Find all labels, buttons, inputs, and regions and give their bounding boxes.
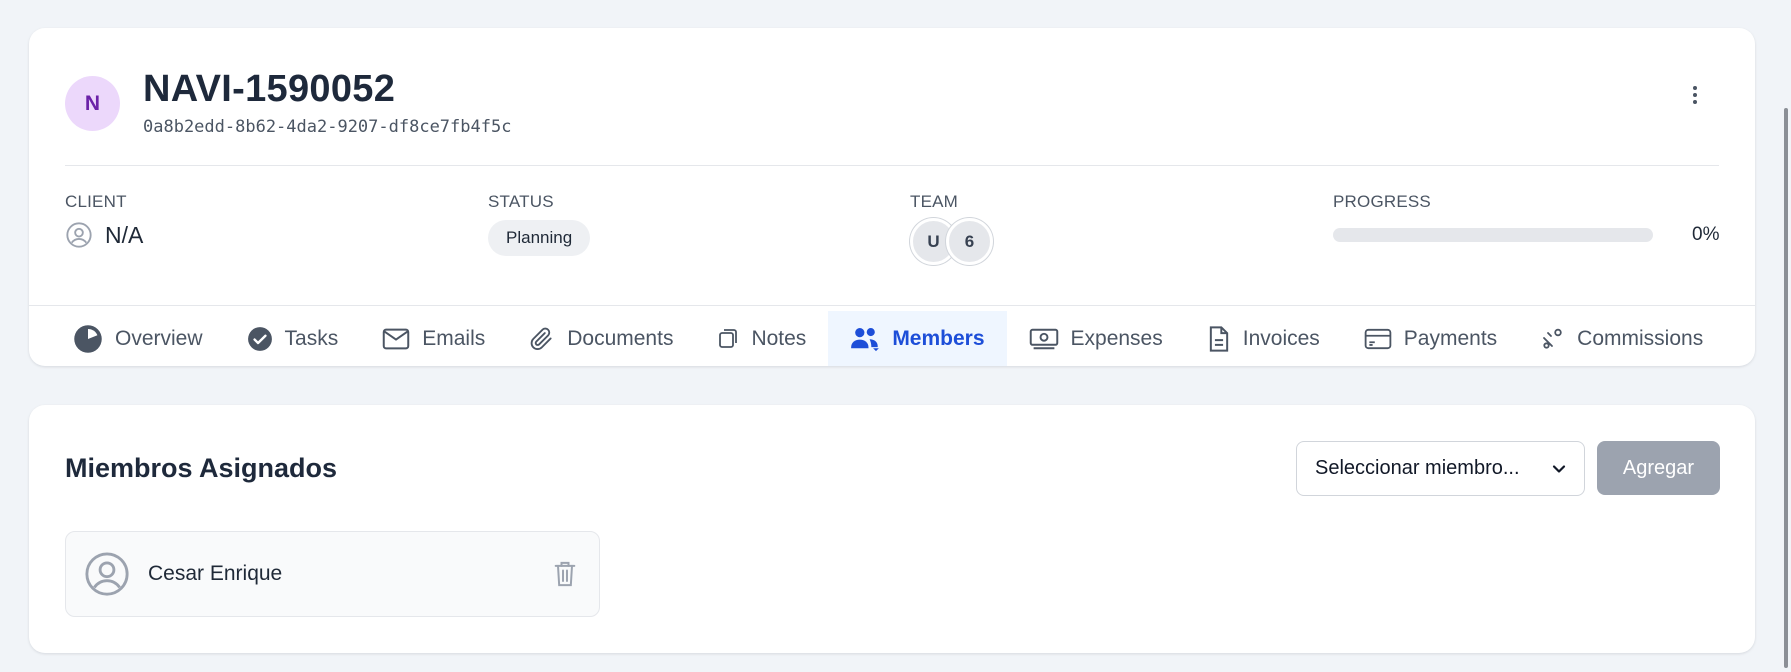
users-icon	[851, 327, 880, 351]
project-avatar: N	[65, 76, 120, 131]
tab-label: Tasks	[284, 326, 339, 350]
client-info: CLIENT N/A	[65, 192, 143, 249]
progress-bar	[1333, 228, 1653, 242]
paperclip-icon	[530, 327, 552, 350]
tab-expenses[interactable]: Expenses	[1007, 311, 1185, 366]
tabs-divider	[29, 305, 1755, 306]
status-label: STATUS	[488, 192, 554, 211]
client-label: CLIENT	[65, 192, 127, 211]
chevron-down-icon	[1552, 464, 1566, 473]
envelope-icon	[382, 328, 410, 349]
tab-label: Commissions	[1577, 326, 1704, 350]
scrollbar-thumb[interactable]	[1784, 108, 1788, 668]
progress-info: PROGRESS 0%	[1333, 192, 1719, 246]
member-select-value: Seleccionar miembro...	[1315, 457, 1520, 479]
notes-icon	[719, 328, 738, 348]
member-list-item: Cesar Enrique	[65, 531, 600, 617]
team-label: TEAM	[910, 192, 959, 211]
tab-label: Expenses	[1070, 326, 1163, 350]
add-member-button[interactable]: Agregar	[1597, 441, 1720, 495]
project-title: NAVI-1590052	[143, 68, 396, 110]
scrollbar-track[interactable]	[1777, 0, 1791, 672]
document-icon	[1209, 325, 1228, 352]
percent-icon	[1543, 328, 1562, 349]
members-section-title: Miembros Asignados	[65, 453, 338, 483]
status-badge: Planning	[488, 220, 591, 256]
credit-card-icon	[1364, 328, 1392, 349]
client-value: N/A	[105, 221, 144, 248]
tab-label: Notes	[751, 326, 807, 350]
tab-payments[interactable]: Payments	[1342, 311, 1519, 366]
tab-bar: Overview Tasks Emails Documents Notes Me…	[51, 311, 1725, 366]
tab-invoices[interactable]: Invoices	[1185, 311, 1342, 366]
tab-overview[interactable]: Overview	[51, 311, 225, 366]
tab-label: Emails	[422, 326, 486, 350]
progress-percentage: 0%	[1692, 224, 1720, 245]
tab-label: Documents	[567, 326, 674, 350]
tab-documents[interactable]: Documents	[507, 311, 695, 366]
more-options-icon[interactable]	[1683, 80, 1707, 110]
money-icon	[1029, 328, 1058, 349]
project-id: 0a8b2edd-8b62-4da2-9207-df8ce7fb4f5c	[143, 117, 512, 137]
pie-chart-icon	[74, 324, 102, 353]
tab-label: Payments	[1403, 326, 1498, 350]
tab-label: Members	[892, 326, 985, 350]
team-avatar-count[interactable]: 6	[946, 218, 993, 265]
status-info: STATUS Planning	[488, 192, 591, 256]
tab-tasks[interactable]: Tasks	[225, 311, 361, 366]
member-select-dropdown[interactable]: Seleccionar miembro...	[1296, 441, 1585, 496]
tab-commissions[interactable]: Commissions	[1519, 311, 1725, 366]
member-name: Cesar Enrique	[148, 562, 283, 585]
tab-notes[interactable]: Notes	[695, 311, 828, 366]
user-circle-icon	[85, 552, 129, 596]
user-circle-icon	[66, 222, 92, 248]
tab-emails[interactable]: Emails	[360, 311, 507, 366]
header-divider	[65, 165, 1719, 166]
tab-label: Overview	[115, 326, 203, 350]
team-info: TEAM U 6	[910, 192, 993, 265]
tab-label: Invoices	[1242, 326, 1320, 350]
project-header-card: N NAVI-1590052 0a8b2edd-8b62-4da2-9207-d…	[29, 28, 1755, 366]
check-circle-icon	[247, 326, 272, 351]
tab-members[interactable]: Members	[828, 311, 1007, 366]
members-card: Miembros Asignados Seleccionar miembro..…	[29, 405, 1755, 653]
trash-icon[interactable]	[553, 560, 577, 588]
team-avatar-group[interactable]: U 6	[910, 218, 993, 265]
progress-label: PROGRESS	[1333, 192, 1431, 211]
